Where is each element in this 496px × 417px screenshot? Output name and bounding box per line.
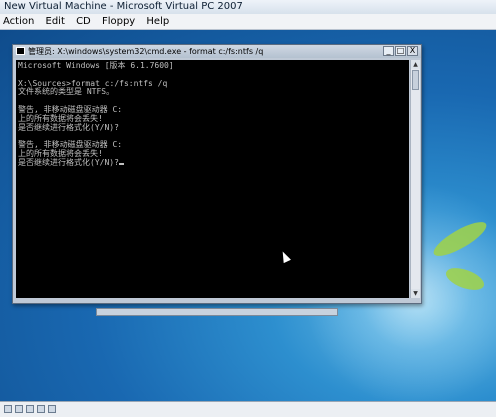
network-icon[interactable] xyxy=(48,405,56,413)
vertical-scrollbar[interactable]: ▲ ▼ xyxy=(410,60,420,298)
menu-action[interactable]: Action xyxy=(0,14,39,29)
cmd-title-bar[interactable]: 管理员: X:\windows\system32\cmd.exe - forma… xyxy=(13,45,421,58)
host-status-bar xyxy=(0,401,496,417)
console-line: 是否继续进行格式化(Y/N)? xyxy=(18,122,119,132)
console-output: Microsoft Windows [版本 6.1.7600] X:\Sourc… xyxy=(18,61,174,168)
floppy-icon[interactable] xyxy=(26,405,34,413)
console-line: Microsoft Windows [版本 6.1.7600] xyxy=(18,61,174,70)
guest-desktop: 管理员: X:\windows\system32\cmd.exe - forma… xyxy=(0,30,496,401)
console-line: 警告, 非移动磁盘驱动器 C: xyxy=(18,104,123,114)
background-window-edge xyxy=(96,308,338,316)
console-line: 警告, 非移动磁盘驱动器 C: xyxy=(18,140,123,150)
menu-help[interactable]: Help xyxy=(143,14,174,29)
console-line: 上的所有数据将会丢失! xyxy=(18,148,103,158)
scroll-thumb[interactable] xyxy=(412,70,419,90)
maximize-button[interactable]: □ xyxy=(395,46,406,56)
cmd-window[interactable]: 管理员: X:\windows\system32\cmd.exe - forma… xyxy=(12,44,422,304)
console-line: 上的所有数据将会丢失! xyxy=(18,113,103,123)
close-button[interactable]: X xyxy=(407,46,418,56)
menu-floppy[interactable]: Floppy xyxy=(99,14,140,29)
cmd-title: 管理员: X:\windows\system32\cmd.exe - forma… xyxy=(28,47,264,56)
disk-icon[interactable] xyxy=(4,405,12,413)
cd-icon[interactable] xyxy=(15,405,23,413)
folder-icon[interactable] xyxy=(37,405,45,413)
console-line: 是否继续进行格式化(Y/N)? xyxy=(18,157,119,167)
menu-cd[interactable]: CD xyxy=(73,14,96,29)
console-line: 文件系统的类型是 NTFS。 xyxy=(18,87,115,97)
menu-edit[interactable]: Edit xyxy=(43,14,70,29)
scroll-up-icon[interactable]: ▲ xyxy=(411,60,420,69)
minimize-button[interactable]: _ xyxy=(383,46,394,56)
window-controls: _ □ X xyxy=(383,46,418,56)
text-cursor xyxy=(118,162,124,165)
terminal-icon xyxy=(16,47,25,55)
host-menubar: Action Edit CD Floppy Help xyxy=(0,14,496,30)
console-area[interactable]: Microsoft Windows [版本 6.1.7600] X:\Sourc… xyxy=(16,60,409,298)
scroll-down-icon[interactable]: ▼ xyxy=(411,289,420,298)
host-window-title: New Virtual Machine - Microsoft Virtual … xyxy=(0,0,496,14)
